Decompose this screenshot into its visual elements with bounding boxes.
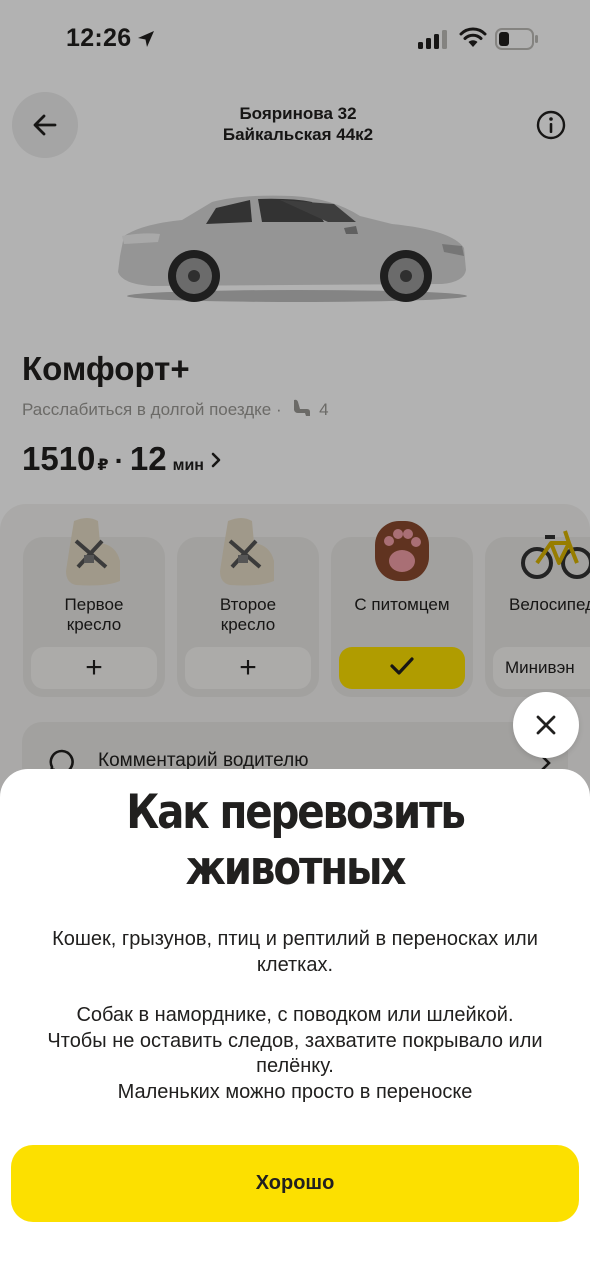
sheet-description: Кошек, грызунов, птиц и рептилий в перен… xyxy=(14,927,576,1105)
close-icon xyxy=(536,715,556,735)
sheet-text-line: пелёнку. xyxy=(256,1055,334,1077)
sheet-text-line: клетках. xyxy=(256,953,334,976)
sheet-text-line: Кошек, грызунов, птиц и рептилий в перен… xyxy=(52,928,538,950)
ok-button[interactable]: Хорошо xyxy=(11,1145,579,1222)
sheet-text-line: Собак в наморднике, с поводком или шлейк… xyxy=(76,1004,514,1026)
pet-transport-sheet: Как перевозить животных Кошек, грызунов,… xyxy=(0,769,590,1280)
sheet-text-line: Маленьких можно просто в переноске xyxy=(117,1080,473,1103)
sheet-title-line1: Как перевозить xyxy=(126,785,466,840)
sheet-title-line2: животных xyxy=(185,841,407,896)
close-button[interactable] xyxy=(513,692,579,758)
sheet-title: Как перевозить животных xyxy=(59,785,532,897)
sheet-text-line: Чтобы не оставить следов, захватите покр… xyxy=(47,1029,543,1052)
